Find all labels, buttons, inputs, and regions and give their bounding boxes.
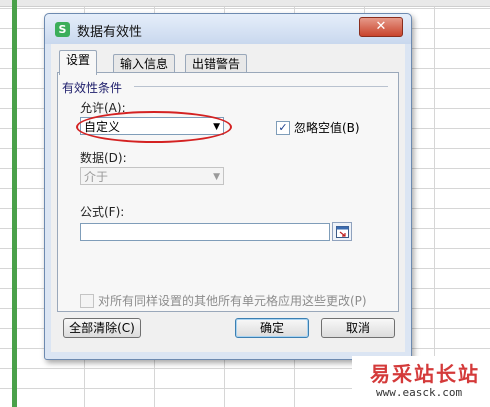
watermark-url: www.easck.com xyxy=(376,386,463,399)
data-label: 数据(D): xyxy=(80,151,127,165)
apply-all-checkbox-row[interactable]: 对所有同样设置的其他所有单元格应用这些更改(P) xyxy=(80,292,367,309)
cancel-button[interactable]: 取消 xyxy=(321,318,395,338)
dialog-title: 数据有效性 xyxy=(77,25,143,40)
apply-all-label: 对所有同样设置的其他所有单元格应用这些更改(P) xyxy=(98,294,367,308)
settings-panel: 有效性条件 允许(A): 自定义 ▼ ✓ 忽略空值(B) 数据(D): 介于 ▼ xyxy=(57,72,399,312)
range-select-icon xyxy=(336,226,349,238)
watermark-logo-text: 易采站长站 xyxy=(370,362,480,386)
chevron-down-icon: ▼ xyxy=(213,122,220,132)
ignore-blank-checkbox[interactable]: ✓ xyxy=(276,120,290,135)
validation-criteria-heading: 有效性条件 xyxy=(62,81,123,95)
chevron-down-icon: ▼ xyxy=(213,172,220,182)
selected-column-border xyxy=(12,0,17,407)
group-divider xyxy=(134,86,388,87)
dialog-client-area: 设置 输入信息 出错警告 有效性条件 允许(A): 自定义 ▼ ✓ 忽略空值(B… xyxy=(51,44,405,352)
apply-all-checkbox[interactable] xyxy=(80,293,94,308)
clear-all-button[interactable]: 全部清除(C) xyxy=(63,318,141,338)
wps-app-icon: S xyxy=(55,22,70,37)
tab-error-alert[interactable]: 出错警告 xyxy=(185,54,248,74)
range-select-button[interactable] xyxy=(332,222,352,241)
formula-input[interactable] xyxy=(80,223,330,241)
tab-input-message[interactable]: 输入信息 xyxy=(113,54,176,74)
tab-settings[interactable]: 设置 xyxy=(59,50,98,75)
close-button[interactable]: ✕ xyxy=(359,17,403,37)
formula-label: 公式(F): xyxy=(80,205,125,219)
data-select[interactable]: 介于 ▼ xyxy=(80,167,224,185)
dialog-titlebar[interactable]: S 数据有效性 ✕ xyxy=(45,14,411,44)
allow-select-container: 自定义 ▼ xyxy=(76,111,232,143)
close-icon: ✕ xyxy=(375,19,387,34)
data-validation-dialog: S 数据有效性 ✕ 设置 输入信息 出错警告 有效性条件 允许(A): 自定义 … xyxy=(44,13,412,360)
ok-button[interactable]: 确定 xyxy=(235,318,309,338)
allow-select[interactable]: 自定义 ▼ xyxy=(80,117,224,135)
ignore-blank-checkbox-row[interactable]: ✓ 忽略空值(B) xyxy=(276,119,360,136)
allow-select-value: 自定义 xyxy=(84,120,121,134)
allow-label: 允许(A): xyxy=(80,101,126,115)
ignore-blank-label: 忽略空值(B) xyxy=(294,121,360,135)
data-select-value: 介于 xyxy=(84,170,109,184)
check-icon: ✓ xyxy=(278,120,288,134)
sheet-column-header xyxy=(0,0,490,7)
site-watermark: 易采站长站 www.easck.com xyxy=(352,356,490,407)
